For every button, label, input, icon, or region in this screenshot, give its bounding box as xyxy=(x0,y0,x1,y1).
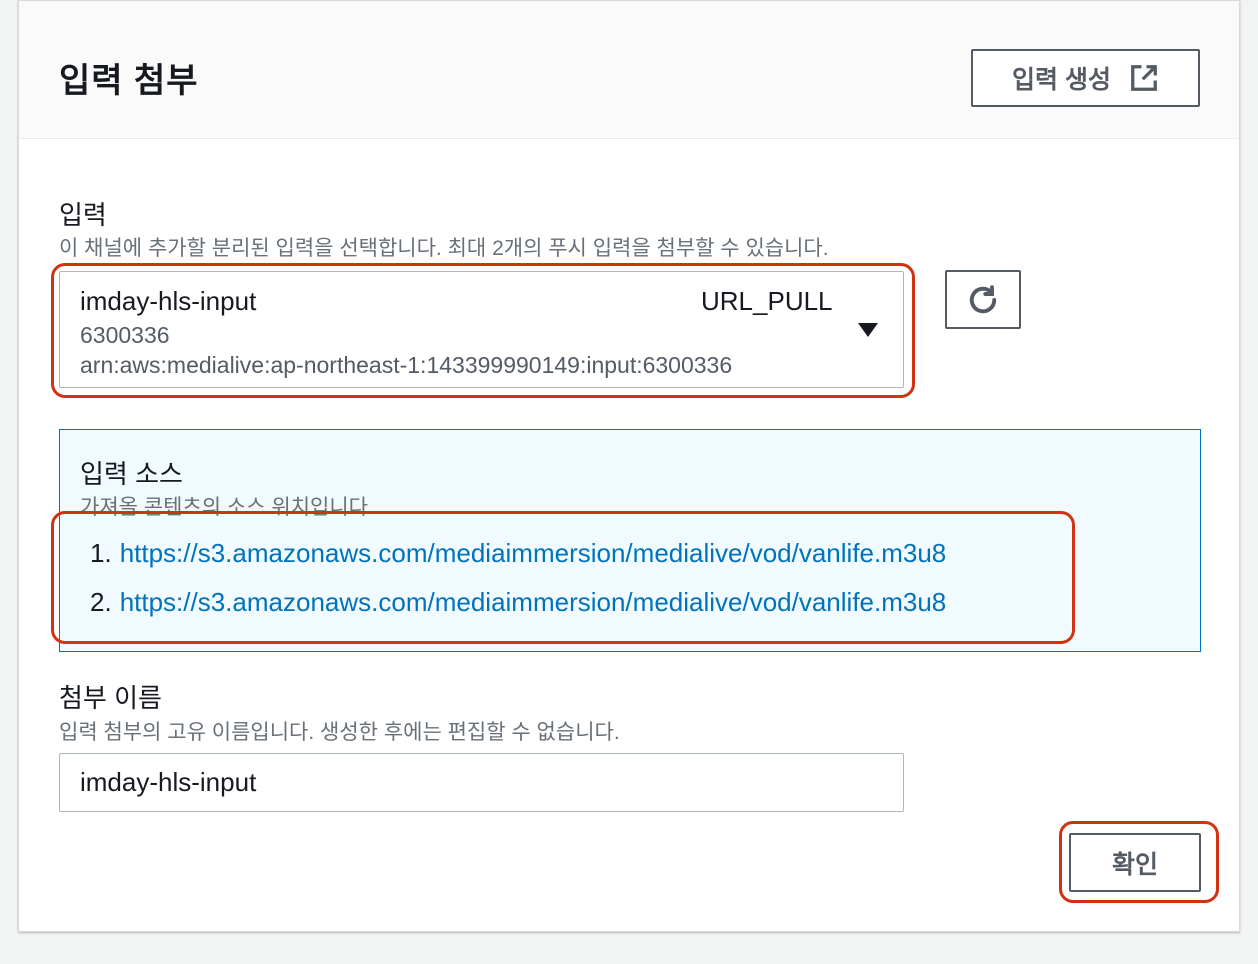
source-item: 1. https://s3.amazonaws.com/mediaimmersio… xyxy=(90,538,946,569)
create-input-label: 입력 생성 xyxy=(1012,66,1111,94)
selected-input-arn: arn:aws:medialive:ap-northeast-1:1433999… xyxy=(80,352,733,378)
source-index: 2. xyxy=(90,587,112,617)
input-label: 입력 xyxy=(59,200,107,230)
create-input-button[interactable]: 입력 생성 xyxy=(971,49,1200,107)
source-link[interactable]: https://s3.amazonaws.com/mediaimmersion/… xyxy=(120,538,947,568)
source-index: 1. xyxy=(90,538,112,568)
attachment-name-input[interactable] xyxy=(59,753,904,812)
selected-input-id: 6300336 xyxy=(80,322,170,348)
source-link[interactable]: https://s3.amazonaws.com/mediaimmersion/… xyxy=(120,587,947,617)
input-source-title: 입력 소스 xyxy=(80,459,183,489)
attachment-name-description: 입력 첨부의 고유 이름입니다. 생성한 후에는 편집할 수 없습니다. xyxy=(59,721,620,744)
refresh-button[interactable] xyxy=(945,270,1021,329)
input-source-description: 가져올 콘텐츠의 소스 위치입니다. xyxy=(80,496,374,519)
confirm-label: 확인 xyxy=(1111,850,1158,879)
selected-input-name: imday-hls-input xyxy=(80,286,257,316)
panel-header: 입력 첨부 입력 생성 xyxy=(19,1,1239,139)
source-item: 2. https://s3.amazonaws.com/mediaimmersio… xyxy=(90,587,946,618)
input-description: 이 채널에 추가할 분리된 입력을 선택합니다. 최대 2개의 푸시 입력을 첨… xyxy=(59,237,829,260)
page-title: 입력 첨부 xyxy=(59,62,199,100)
input-source-info: 입력 소스 가져올 콘텐츠의 소스 위치입니다. 1. https://s3.am… xyxy=(59,429,1201,652)
attachment-name-label: 첨부 이름 xyxy=(59,683,162,713)
input-select[interactable]: imday-hls-input URL_PULL 6300336 arn:aws… xyxy=(59,271,904,388)
selected-input-type: URL_PULL xyxy=(701,286,833,316)
confirm-button[interactable]: 확인 xyxy=(1069,833,1201,892)
refresh-icon xyxy=(969,284,997,313)
external-link-icon xyxy=(1131,65,1157,91)
attach-input-panel: 입력 첨부 입력 생성 입력 이 채널에 추가할 분리된 입력을 선택합니다. … xyxy=(18,0,1240,932)
caret-down-icon xyxy=(858,323,878,337)
